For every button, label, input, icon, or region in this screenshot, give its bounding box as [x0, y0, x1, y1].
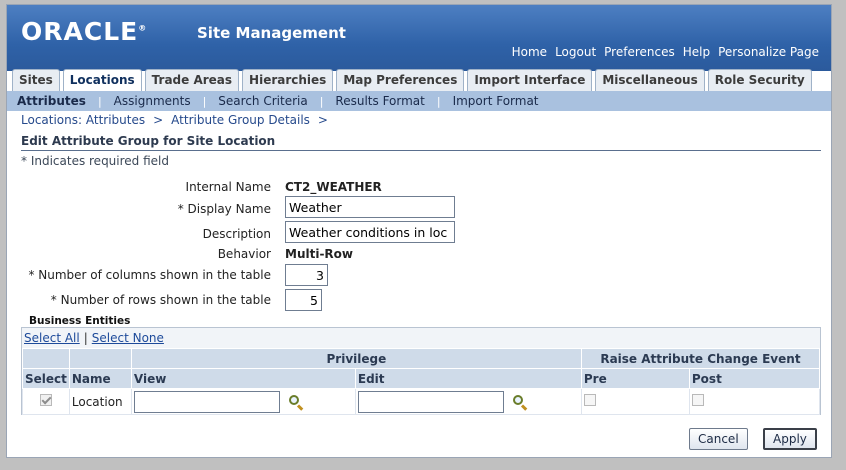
personalize-page-link[interactable]: Personalize Page — [718, 45, 819, 59]
breadcrumb: Locations: Attributes > Attribute Group … — [21, 113, 328, 127]
main-tabs: Sites Locations Trade Areas Hierarchies … — [7, 69, 831, 93]
display-name-label: * Display Name — [177, 202, 271, 216]
entities-grid: Privilege Raise Attribute Change Event S… — [22, 348, 821, 415]
header-select: Select — [22, 368, 70, 389]
sub-tabs: Attributes | Assignments | Search Criter… — [7, 91, 831, 111]
tab-role-security[interactable]: Role Security — [707, 69, 812, 91]
oracle-logo: ORACLE® — [21, 17, 148, 46]
select-none-link[interactable]: Select None — [92, 331, 164, 345]
tab-trade-areas[interactable]: Trade Areas — [144, 69, 240, 91]
app-title: Site Management — [197, 24, 346, 42]
header-privilege: Privilege — [130, 348, 582, 369]
select-cell — [22, 388, 70, 415]
help-link[interactable]: Help — [683, 45, 710, 59]
cancel-button[interactable]: Cancel — [689, 428, 748, 450]
business-entities-table: Select All | Select None Privilege Raise A… — [21, 327, 821, 415]
view-privilege-input[interactable] — [133, 390, 280, 413]
preferences-link[interactable]: Preferences — [604, 45, 675, 59]
breadcrumb-locations-attributes[interactable]: Locations: Attributes — [21, 113, 145, 127]
description-label: Description — [202, 227, 271, 241]
subtab-results-format[interactable]: Results Format — [335, 94, 424, 108]
behavior-value: Multi-Row — [285, 247, 353, 261]
post-checkbox[interactable] — [691, 394, 704, 406]
header-view: View — [130, 368, 356, 389]
display-name-input[interactable] — [285, 196, 455, 218]
tab-miscellaneous[interactable]: Miscellaneous — [595, 69, 705, 91]
rows-label: * Number of rows shown in the table — [50, 293, 271, 307]
tab-import-interface[interactable]: Import Interface — [467, 69, 593, 91]
rows-input[interactable] — [285, 289, 322, 311]
edit-privilege-input[interactable] — [357, 390, 504, 413]
internal-name-label: Internal Name — [185, 180, 271, 194]
tab-map-preferences[interactable]: Map Preferences — [336, 69, 465, 91]
selection-separator: | — [83, 331, 88, 345]
search-icon[interactable] — [288, 394, 304, 411]
tab-hierarchies[interactable]: Hierarchies — [242, 69, 334, 91]
view-cell — [130, 388, 356, 415]
global-header: ORACLE® Site Management Home Logout Pref… — [7, 5, 831, 71]
columns-input[interactable] — [285, 264, 328, 286]
subtab-search-criteria[interactable]: Search Criteria — [218, 94, 307, 108]
columns-label: * Number of columns shown in the table — [28, 268, 271, 282]
subtab-separator: | — [97, 94, 102, 108]
page-title: Edit Attribute Group for Site Location — [21, 134, 276, 148]
subtab-assignments[interactable]: Assignments — [114, 94, 191, 108]
tab-locations[interactable]: Locations — [62, 69, 142, 93]
post-cell — [688, 388, 821, 415]
internal-name-value: CT2_WEATHER — [285, 180, 382, 194]
header-pre: Pre — [580, 368, 690, 389]
page-frame: ORACLE® Site Management Home Logout Pref… — [6, 4, 832, 458]
header-raise-event: Raise Attribute Change Event — [580, 348, 821, 369]
entity-name: Location — [68, 388, 132, 415]
header-name: Name — [68, 368, 132, 389]
global-links: Home Logout Preferences Help Personalize… — [512, 45, 819, 59]
title-divider — [21, 150, 821, 151]
subtab-separator: | — [202, 94, 207, 108]
selection-controls: Select All | Select None — [22, 328, 820, 348]
subtab-import-format[interactable]: Import Format — [453, 94, 539, 108]
tab-sites[interactable]: Sites — [12, 69, 60, 91]
home-link[interactable]: Home — [512, 45, 547, 59]
breadcrumb-separator: > — [317, 113, 328, 127]
header-blank — [22, 348, 70, 369]
breadcrumb-separator: > — [153, 113, 164, 127]
behavior-label: Behavior — [217, 247, 271, 261]
header-edit: Edit — [354, 368, 582, 389]
required-field-note: * Indicates required field — [21, 154, 170, 168]
select-all-link[interactable]: Select All — [24, 331, 80, 345]
subtab-separator: | — [436, 94, 441, 108]
pre-cell — [580, 388, 690, 415]
business-entities-title: Business Entities — [29, 315, 131, 327]
logout-link[interactable]: Logout — [555, 45, 596, 59]
edit-cell — [354, 388, 582, 415]
breadcrumb-attribute-group-details[interactable]: Attribute Group Details — [171, 113, 310, 127]
subtab-separator: | — [319, 94, 324, 108]
description-input[interactable] — [285, 221, 455, 243]
table-row: Location — [22, 388, 821, 415]
apply-button[interactable]: Apply — [763, 428, 817, 450]
search-icon[interactable] — [512, 394, 528, 411]
header-blank — [68, 348, 132, 369]
header-post: Post — [688, 368, 821, 389]
subtab-attributes[interactable]: Attributes — [17, 94, 86, 108]
select-checkbox[interactable] — [39, 394, 52, 406]
pre-checkbox[interactable] — [583, 394, 596, 406]
